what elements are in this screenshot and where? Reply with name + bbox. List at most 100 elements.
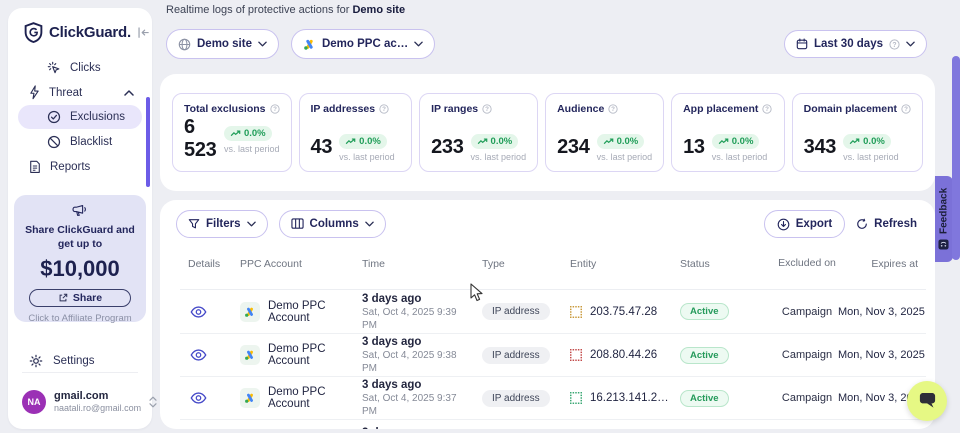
- chevron-down-icon: [414, 41, 423, 47]
- sidebar-item-label: Exclusions: [70, 111, 125, 123]
- google-ads-icon: [303, 38, 316, 51]
- change-badge: 0.0%: [339, 134, 387, 149]
- logs-table: Details PPC Account Time Type Entity Sta…: [180, 238, 926, 429]
- stat-caption: vs. last period: [712, 152, 768, 162]
- feedback-tab[interactable]: Feedback: [935, 176, 953, 262]
- page-scrollbar-thumb[interactable]: [952, 56, 960, 260]
- table-toolbar: Filters Columns Export: [176, 210, 917, 238]
- refresh-button[interactable]: Refresh: [856, 218, 917, 230]
- col-header-ppc-account[interactable]: PPC Account: [232, 258, 354, 270]
- excluded-on-cell: Campaign: [776, 349, 838, 361]
- sidebar-item-blacklist[interactable]: Blacklist: [8, 129, 152, 154]
- time-cell: 3 days ago Sat, Oct 4, 2025 9:38 PM: [354, 335, 474, 375]
- promo-title-line2: get up to: [14, 237, 146, 251]
- info-icon[interactable]: [608, 104, 618, 114]
- ip-identicon: [570, 392, 582, 404]
- account-filter-dropdown[interactable]: Demo PPC ac…: [291, 29, 435, 59]
- columns-icon: [291, 218, 304, 229]
- share-button-label: Share: [73, 292, 102, 304]
- filters-label: Filters: [206, 218, 241, 230]
- col-header-time[interactable]: Time: [354, 258, 474, 270]
- col-header-expires-at[interactable]: Expires at: [838, 258, 926, 270]
- export-label: Export: [796, 218, 832, 230]
- stat-label: Total exclusions: [184, 103, 266, 115]
- info-icon[interactable]: [270, 104, 280, 114]
- promo-footer[interactable]: Click to Affiliate Program: [14, 313, 146, 324]
- ppc-account-cell: Demo PPC Account: [232, 343, 354, 367]
- col-header-excluded-on[interactable]: Excluded on: [776, 257, 838, 270]
- stat-label: IP ranges: [431, 103, 478, 115]
- view-details-button[interactable]: [180, 306, 232, 318]
- globe-icon: [178, 38, 191, 51]
- subtitle-prefix: Realtime logs of protective actions for: [166, 4, 352, 16]
- sidebar-item-label: Reports: [50, 161, 90, 173]
- chevron-down-icon: [906, 41, 915, 47]
- ppc-account-cell: Demo PPC Account: [232, 386, 354, 410]
- info-icon: [889, 39, 900, 50]
- filters-dropdown[interactable]: Filters: [176, 210, 268, 238]
- info-icon[interactable]: [379, 104, 389, 114]
- info-icon[interactable]: [901, 104, 911, 114]
- table-row: Demo PPC Account 3 days ago Sat, Oct 4, …: [180, 376, 926, 419]
- calendar-icon: [796, 38, 808, 50]
- document-icon: [29, 160, 41, 174]
- logo-row: ClickGuard.: [8, 8, 152, 43]
- sidebar-scrollbar-thumb[interactable]: [146, 97, 150, 187]
- sidebar-collapse-icon[interactable]: [137, 27, 150, 38]
- col-header-status[interactable]: Status: [672, 258, 776, 270]
- col-header-entity[interactable]: Entity: [562, 258, 672, 270]
- filters-row: Demo site Demo PPC ac… Last 30 days: [166, 29, 935, 59]
- entity-cell: 16.213.141.2…: [562, 392, 672, 404]
- sidebar-item-reports[interactable]: Reports: [8, 154, 152, 179]
- type-cell: IP address: [474, 303, 562, 320]
- date-range-dropdown[interactable]: Last 30 days: [784, 30, 927, 58]
- sidebar-item-threat[interactable]: Threat: [8, 80, 152, 105]
- col-header-type[interactable]: Type: [474, 258, 562, 270]
- chevron-down-icon: [365, 221, 374, 227]
- chat-widget-button[interactable]: [907, 381, 947, 421]
- user-menu[interactable]: NA gmail.com naatali.ro@gmail.com: [8, 386, 152, 418]
- download-circle-icon: [777, 218, 790, 231]
- sidebar-divider: [22, 372, 138, 373]
- time-cell: 3 days ago: [354, 420, 474, 429]
- excluded-on-cell: Campaign: [776, 306, 838, 318]
- time-cell: 3 days ago Sat, Oct 4, 2025 9:37 PM: [354, 378, 474, 418]
- table-header-row: Details PPC Account Time Type Entity Sta…: [180, 238, 926, 290]
- ip-identicon: [570, 306, 582, 318]
- entity-cell: 208.80.44.26: [562, 349, 672, 361]
- export-button[interactable]: Export: [764, 210, 845, 238]
- clickguard-shield-logo-icon: [24, 22, 43, 43]
- blocked-circle-icon: [47, 135, 61, 149]
- table-row: 3 days ago: [180, 419, 926, 429]
- sidebar-item-exclusions[interactable]: Exclusions: [18, 105, 142, 129]
- site-filter-dropdown[interactable]: Demo site: [166, 29, 279, 59]
- stat-label: App placement: [683, 103, 758, 115]
- table-row: Demo PPC Account 3 days ago Sat, Oct 4, …: [180, 333, 926, 376]
- columns-dropdown[interactable]: Columns: [279, 210, 386, 238]
- affiliate-promo-card: Share ClickGuard and get up to $10,000 S…: [14, 195, 146, 322]
- stat-caption: vs. last period: [843, 152, 899, 162]
- date-range-label: Last 30 days: [814, 38, 883, 50]
- info-icon[interactable]: [482, 104, 492, 114]
- select-caret-icon: [149, 396, 157, 408]
- stat-caption: vs. last period: [339, 152, 395, 162]
- sidebar-item-label: Blacklist: [70, 136, 112, 148]
- stat-value: 6 523: [184, 116, 217, 162]
- stats-panel: Total exclusions 6 523 0.0% vs. last per…: [160, 74, 935, 191]
- share-button[interactable]: Share: [29, 289, 131, 307]
- view-details-button[interactable]: [180, 392, 232, 404]
- col-header-details[interactable]: Details: [180, 258, 232, 270]
- ppc-account-cell: Demo PPC Account: [232, 300, 354, 324]
- sidebar-item-clicks[interactable]: Clicks: [8, 55, 152, 80]
- change-badge: 0.0%: [597, 134, 645, 149]
- stat-card-ip-addresses: IP addresses 43 0.0% vs. last period: [299, 93, 413, 172]
- feedback-tab-label: Feedback: [939, 188, 950, 234]
- google-ads-icon: [240, 345, 260, 365]
- page-subtitle: Realtime logs of protective actions for …: [166, 4, 405, 16]
- view-details-button[interactable]: [180, 349, 232, 361]
- trend-up-icon: [849, 138, 860, 145]
- info-icon[interactable]: [762, 104, 772, 114]
- sidebar-item-settings[interactable]: Settings: [8, 348, 152, 374]
- chevron-down-icon: [258, 41, 267, 47]
- excluded-on-cell: Campaign: [776, 392, 838, 404]
